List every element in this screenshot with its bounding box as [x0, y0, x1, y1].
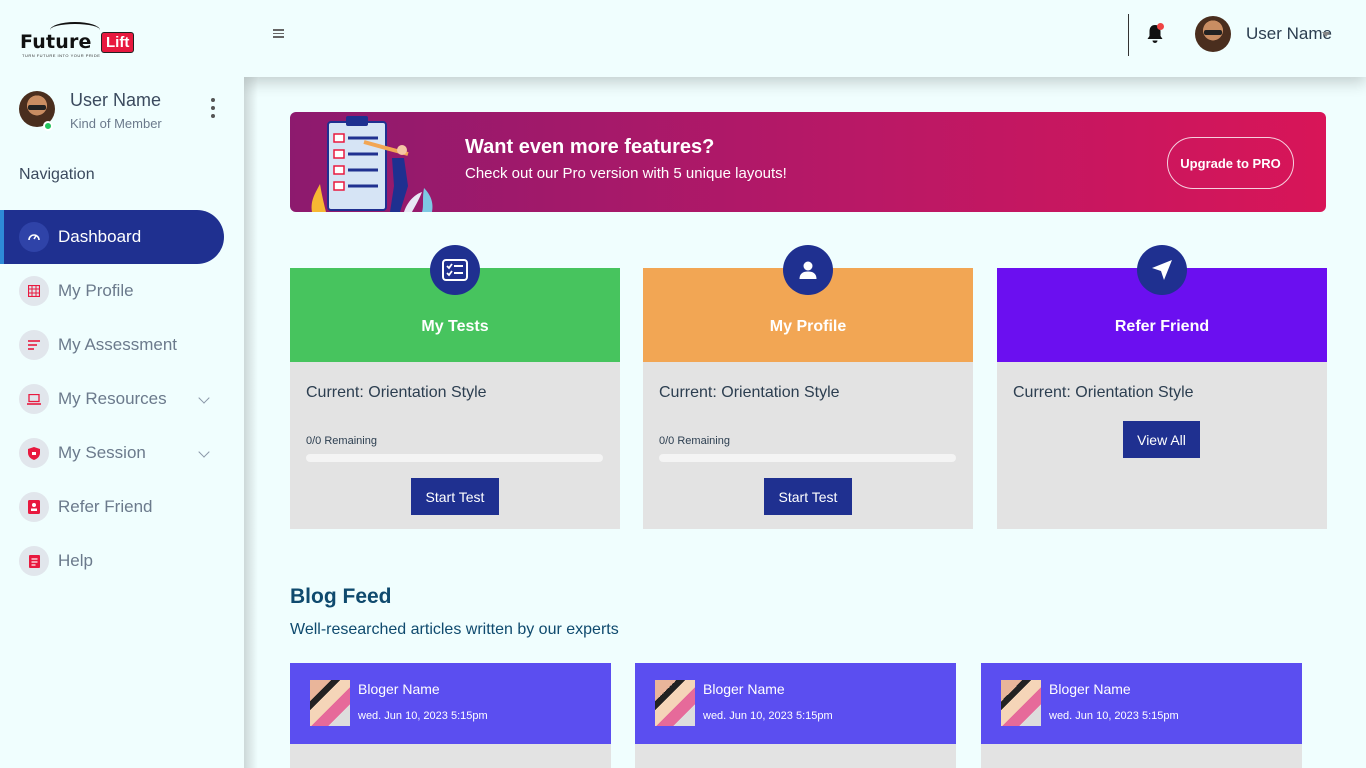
chevron-down-icon[interactable] [198, 392, 210, 404]
sidebar-item-label: Refer Friend [58, 497, 153, 516]
blog-post-header: Bloger Name wed. Jun 10, 2023 5:15pm [635, 663, 956, 744]
card-title: My Tests [421, 318, 489, 335]
card-my-profile: My Profile Current: Orientation Style 0/… [643, 245, 973, 529]
blog-post-date: wed. Jun 10, 2023 5:15pm [1049, 710, 1179, 722]
banner-subtitle: Check out our Pro version with 5 unique … [465, 165, 787, 182]
sidebar-item-label: My Session [58, 443, 146, 462]
blogger-name: Bloger Name [1049, 681, 1131, 697]
blogger-avatar [655, 680, 695, 726]
contact-card-icon [19, 492, 49, 522]
start-test-button[interactable]: Start Test [411, 478, 499, 515]
menu-toggle-icon[interactable] [273, 29, 284, 38]
card-current-status: Current: Orientation Style [659, 384, 840, 401]
grid-icon [19, 276, 49, 306]
notification-dot [1157, 23, 1164, 30]
logo-word-lift: Lift [101, 32, 135, 53]
sidebar-user-role: Kind of Member [70, 116, 162, 131]
laptop-icon [19, 384, 49, 414]
card-refer-friend: Refer Friend Current: Orientation Style … [997, 245, 1327, 529]
sidebar: Future Lift TURN FUTURE INTO YOUR PRIDE … [0, 0, 244, 768]
sidebar-item-my-profile[interactable]: My Profile [0, 264, 244, 318]
blogger-avatar [1001, 680, 1041, 726]
sidebar-user-name: User Name [70, 90, 162, 110]
sidebar-item-label: Help [58, 551, 93, 570]
speedometer-icon [19, 222, 49, 252]
topbar-divider [1128, 14, 1129, 56]
sidebar-item-label: My Assessment [58, 335, 178, 354]
avatar[interactable] [1195, 16, 1231, 52]
notification-bell-icon[interactable] [1146, 23, 1164, 44]
sidebar-nav: Dashboard My Profile My Assessment My Re… [0, 210, 244, 588]
more-options-icon[interactable] [209, 98, 217, 118]
sidebar-item-label: My Resources [58, 389, 167, 408]
sidebar-item-my-assessment[interactable]: My Assessment [0, 318, 244, 372]
card-current-status: Current: Orientation Style [1013, 384, 1194, 401]
send-icon [1137, 245, 1187, 295]
sidebar-item-my-session[interactable]: My Session [0, 426, 244, 480]
blog-post-header: Bloger Name wed. Jun 10, 2023 5:15pm [981, 663, 1302, 744]
start-test-button[interactable]: Start Test [764, 478, 852, 515]
logo-tagline: TURN FUTURE INTO YOUR PRIDE [22, 53, 101, 58]
content-shadow [244, 77, 258, 768]
upgrade-to-pro-button[interactable]: Upgrade to PRO [1167, 137, 1294, 189]
blog-feed-title: Blog Feed [290, 585, 392, 608]
blog-feed-subtitle: Well-researched articles written by our … [290, 621, 619, 638]
card-current-status: Current: Orientation Style [306, 384, 487, 401]
upgrade-banner: Want even more features? Check out our P… [290, 112, 1326, 212]
sidebar-item-label: My Profile [58, 281, 134, 300]
blog-post-card[interactable]: Bloger Name wed. Jun 10, 2023 5:15pm [635, 663, 956, 768]
progress-bar [659, 454, 956, 462]
blogger-name: Bloger Name [703, 681, 785, 697]
sidebar-user-profile: User Name Kind of Member [19, 88, 229, 136]
sidebar-item-help[interactable]: Help [0, 534, 244, 588]
chevron-down-icon[interactable] [198, 446, 210, 458]
blogger-name: Bloger Name [358, 681, 440, 697]
checklist-icon [430, 245, 480, 295]
sidebar-item-dashboard[interactable]: Dashboard [0, 210, 224, 264]
card-title: Refer Friend [1114, 318, 1210, 335]
sidebar-item-my-resources[interactable]: My Resources [0, 372, 244, 426]
list-icon [19, 330, 49, 360]
future-lift-logo[interactable]: Future Lift TURN FUTURE INTO YOUR PRIDE [20, 20, 146, 58]
view-all-button[interactable]: View All [1123, 421, 1200, 458]
nav-heading: Navigation [19, 166, 95, 183]
card-header: Refer Friend [997, 245, 1327, 362]
card-title: My Profile [769, 318, 847, 335]
card-my-tests: My Tests Current: Orientation Style 0/0 … [290, 245, 620, 529]
online-status-icon [43, 121, 53, 131]
card-remaining-count: 0/0 Remaining [306, 435, 377, 447]
blog-post-date: wed. Jun 10, 2023 5:15pm [703, 710, 833, 722]
card-header: My Tests [290, 245, 620, 362]
sidebar-item-label: Dashboard [58, 227, 142, 246]
blogger-avatar [310, 680, 350, 726]
document-icon [19, 546, 49, 576]
shield-icon [19, 438, 49, 468]
banner-title: Want even more features? [465, 136, 715, 158]
sidebar-item-refer-friend[interactable]: Refer Friend [0, 480, 244, 534]
caret-down-icon[interactable] [1322, 32, 1330, 37]
progress-bar [306, 454, 603, 462]
user-icon [783, 245, 833, 295]
blog-post-header: Bloger Name wed. Jun 10, 2023 5:15pm [290, 663, 611, 744]
user-menu-name[interactable]: User Name [1246, 24, 1332, 44]
blog-post-date: wed. Jun 10, 2023 5:15pm [358, 710, 488, 722]
topbar: User Name [244, 0, 1366, 77]
blog-post-card[interactable]: Bloger Name wed. Jun 10, 2023 5:15pm [981, 663, 1302, 768]
clipboard-illustration-icon [311, 116, 433, 212]
card-remaining-count: 0/0 Remaining [659, 435, 730, 447]
blog-post-card[interactable]: Bloger Name wed. Jun 10, 2023 5:15pm [290, 663, 611, 768]
card-header: My Profile [643, 245, 973, 362]
logo-word-future: Future [20, 31, 92, 53]
